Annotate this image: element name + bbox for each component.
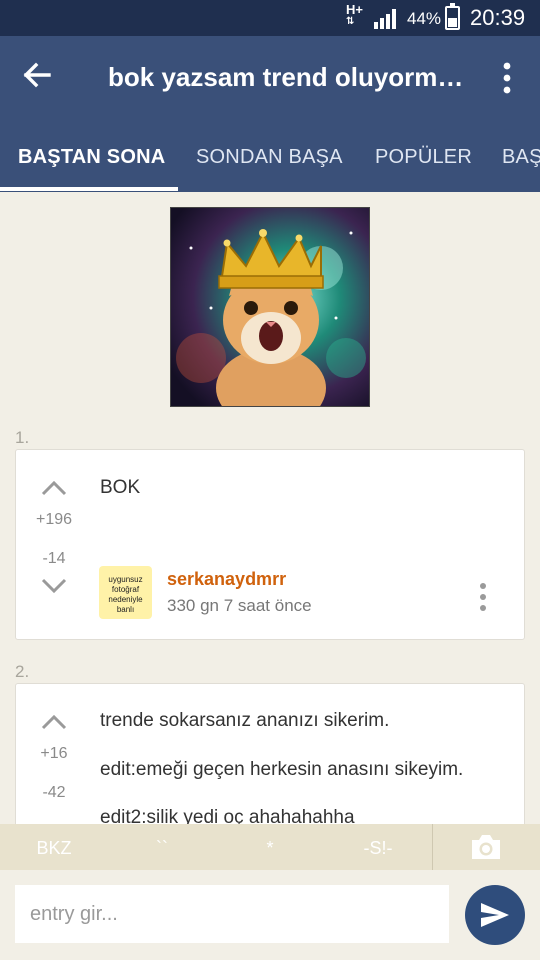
network-type: H+ ⇅	[346, 2, 363, 27]
send-icon	[481, 903, 509, 927]
app-toolbar: bok yazsam trend oluyormu...	[0, 36, 540, 120]
entry-input[interactable]	[15, 885, 449, 943]
author-link[interactable]: serkanaydmrr	[167, 569, 286, 590]
entry-time: 330 gn 7 saat önce	[167, 596, 312, 615]
back-button[interactable]	[22, 60, 62, 96]
camera-icon	[472, 835, 500, 859]
divider	[432, 824, 433, 870]
tab-bastan-sona[interactable]: BAŞTAN SONA	[18, 146, 165, 169]
battery-icon	[445, 3, 460, 30]
chevron-down-icon	[41, 578, 67, 594]
format-bar: BKZ `` * -S!-	[0, 824, 540, 870]
tab-indicator	[0, 187, 178, 191]
overflow-menu-button[interactable]	[494, 58, 520, 98]
entry-composer	[0, 870, 540, 960]
entry-menu-button[interactable]	[478, 582, 488, 612]
asterisk-button[interactable]: *	[230, 838, 310, 859]
spoiler-button[interactable]: -S!-	[338, 838, 418, 859]
send-button[interactable]	[465, 885, 525, 945]
upvote-button[interactable]	[40, 712, 68, 732]
status-bar: H+ ⇅ 44% 20:39	[0, 0, 540, 36]
arrow-left-icon	[23, 62, 51, 88]
camera-button[interactable]	[469, 833, 503, 866]
tab-partial[interactable]: BAŞ	[502, 146, 540, 169]
downvote-count: -14	[42, 550, 66, 567]
tab-populer[interactable]: POPÜLER	[375, 146, 472, 169]
entry-number: 1.	[15, 428, 30, 447]
topic-image-crowned-cat[interactable]	[170, 207, 370, 407]
signal-icon	[374, 9, 396, 29]
downvote-button[interactable]	[40, 576, 68, 596]
avatar[interactable]: uygunsuz fotoğraf nedeniyle banlı	[99, 566, 152, 619]
sort-tabs: BAŞTAN SONA SONDAN BAŞA POPÜLER BAŞ	[0, 120, 540, 192]
battery-percent: 44%	[407, 9, 442, 28]
hidden-bkz-button[interactable]: ``	[122, 838, 202, 859]
entry-card: +16 -42 trende sokarsanız ananızı sikeri…	[15, 683, 525, 824]
entry-text-line: trende sokarsanız ananızı sikerim.	[100, 710, 390, 731]
downvote-count: -42	[42, 784, 66, 801]
chevron-up-icon	[41, 714, 67, 730]
more-vertical-icon	[503, 62, 511, 94]
upvote-button[interactable]	[40, 478, 68, 498]
entry-text: BOK	[100, 477, 141, 498]
clock: 20:39	[470, 5, 526, 30]
bkz-button[interactable]: BKZ	[14, 838, 94, 859]
entry-text-line: edit2:silik yedi oç ahahahahha	[100, 807, 355, 824]
upvote-count: +16	[40, 745, 68, 762]
entry-card: +196 -14 BOK uygunsuz fotoğraf nedeniyle…	[15, 449, 525, 640]
tab-sondan-basa[interactable]: SONDAN BAŞA	[196, 146, 343, 169]
upvote-count: +196	[35, 511, 73, 528]
chevron-up-icon	[41, 480, 67, 496]
entry-list[interactable]: 1. +196 -14 BOK uygunsuz fotoğraf nedeni…	[0, 192, 540, 824]
entry-text-line: edit:emeği geçen herkesin anasını sikeyi…	[100, 759, 464, 780]
entry-number: 2.	[15, 662, 30, 681]
more-vertical-icon	[480, 583, 486, 611]
topic-title: bok yazsam trend oluyormu...	[108, 62, 468, 92]
